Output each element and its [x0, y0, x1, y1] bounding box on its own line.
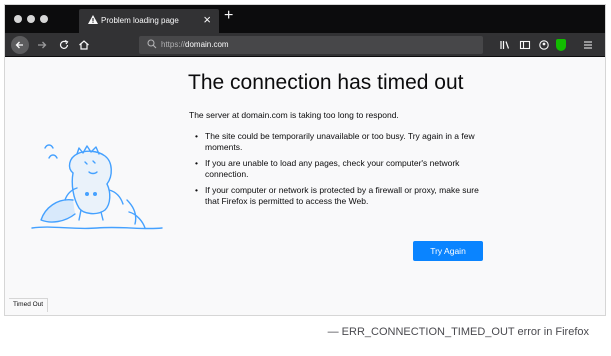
library-button[interactable]	[499, 37, 511, 58]
home-icon	[79, 40, 89, 50]
reload-button[interactable]	[57, 37, 71, 58]
url-text: https://domain.com	[161, 40, 229, 49]
forward-button[interactable]	[35, 37, 49, 58]
sidebar-button[interactable]	[519, 37, 531, 58]
reload-icon	[59, 39, 69, 49]
status-bar: Timed Out	[9, 298, 49, 312]
back-icon	[15, 41, 23, 49]
menu-icon	[584, 41, 592, 49]
warning-icon	[88, 15, 98, 24]
search-icon	[147, 39, 157, 49]
dinosaur-illustration	[31, 144, 163, 230]
tab-bar: Problem loading page × +	[5, 5, 605, 33]
new-tab-button[interactable]: +	[224, 7, 233, 25]
back-button[interactable]	[11, 36, 29, 54]
list-item: If you are unable to load any pages, che…	[195, 158, 495, 180]
window-close-dot[interactable]	[14, 15, 22, 23]
address-bar[interactable]: https://domain.com	[139, 36, 483, 54]
error-description: The server at domain.com is taking too l…	[189, 110, 399, 120]
window-minimize-dot[interactable]	[27, 15, 35, 23]
try-again-button[interactable]: Try Again	[413, 241, 483, 261]
browser-window: Problem loading page × + https://domain.…	[4, 4, 606, 316]
shield-icon[interactable]	[556, 39, 566, 51]
tab-close-button[interactable]: ×	[203, 12, 211, 27]
account-button[interactable]	[538, 37, 550, 58]
error-reasons-list: The site could be temporarily unavailabl…	[195, 131, 495, 212]
sidebar-icon	[519, 40, 531, 50]
tab-active[interactable]: Problem loading page ×	[79, 9, 219, 33]
error-title: The connection has timed out	[188, 71, 464, 94]
url-host: domain.com	[185, 40, 229, 49]
home-button[interactable]	[77, 37, 91, 58]
navigation-toolbar: https://domain.com	[5, 33, 605, 57]
error-page: The connection has timed out The server …	[5, 58, 605, 315]
library-icon	[500, 41, 510, 49]
tab-title: Problem loading page	[101, 16, 179, 25]
figure-caption: — ERR_CONNECTION_TIMED_OUT error in Fire…	[327, 326, 589, 338]
menu-button[interactable]	[582, 37, 594, 58]
forward-icon	[38, 41, 47, 49]
list-item: The site could be temporarily unavailabl…	[195, 131, 495, 153]
window-maximize-dot[interactable]	[40, 15, 48, 23]
list-item: If your computer or network is protected…	[195, 185, 495, 207]
url-scheme: https://	[161, 40, 186, 49]
account-icon	[539, 40, 549, 50]
